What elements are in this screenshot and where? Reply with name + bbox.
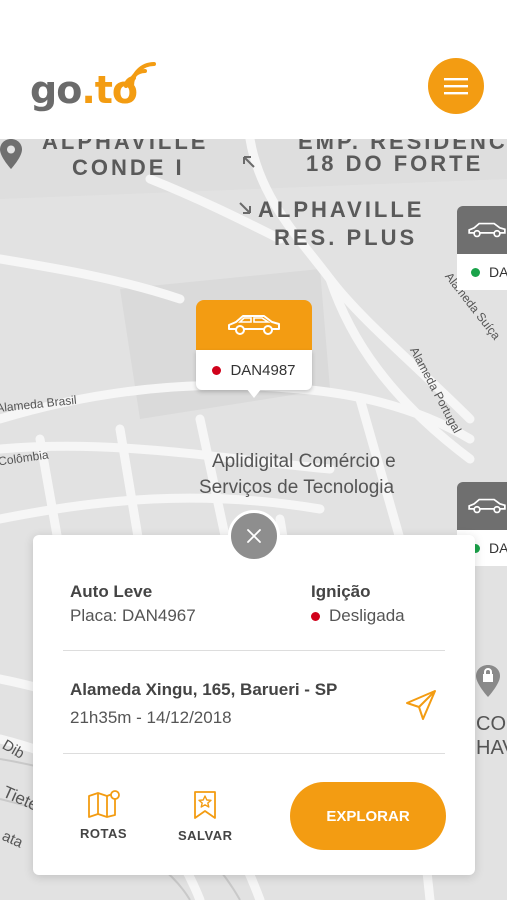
datetime-text: 21h35m - 14/12/2018 xyxy=(70,708,232,727)
map-label-alphaville-res: ALPHAVILLE xyxy=(258,197,425,222)
vehicle-plate: Placa: DAN4967 xyxy=(70,606,196,625)
map-label-res-plus: RES. PLUS xyxy=(274,225,418,250)
map-label-conde-i: CONDE I xyxy=(72,155,185,180)
explore-button[interactable]: EXPLORAR xyxy=(290,782,446,850)
location-info: Alameda Xingu, 165, Barueri - SP 21h35m … xyxy=(70,680,337,728)
vehicle-marker-header xyxy=(457,482,507,530)
car-icon xyxy=(468,222,506,238)
vehicle-info: Auto Leve Placa: DAN4967 xyxy=(70,582,196,626)
poi-lock-icon[interactable] xyxy=(476,665,500,697)
close-card-button[interactable] xyxy=(228,510,280,562)
routes-label: ROTAS xyxy=(80,826,128,841)
ignition-status-dot xyxy=(311,611,320,621)
vehicle-marker-header xyxy=(457,206,507,254)
vehicle-marker-main[interactable]: DAN4987 xyxy=(196,300,312,398)
menu-button[interactable] xyxy=(428,58,484,114)
map-label-18-do-forte: 18 DO FORTE xyxy=(306,151,484,176)
bookmark-star-icon xyxy=(194,791,217,819)
ignition-status: Desligada xyxy=(311,606,405,626)
vehicle-marker-plate-text: DAN4987 xyxy=(230,361,296,379)
divider xyxy=(63,753,445,754)
close-icon xyxy=(247,529,261,543)
app-header: go.to xyxy=(0,0,507,139)
ignition-info: Ignição Desligada xyxy=(311,582,405,626)
vehicle-marker-plate-text: DA xyxy=(489,264,507,280)
vehicle-marker-plate-text: DA xyxy=(489,540,507,556)
status-dot xyxy=(471,267,480,277)
map-route-icon xyxy=(87,790,120,818)
vehicle-marker-header xyxy=(196,300,312,350)
map-label-co: CO xyxy=(476,713,506,735)
vehicle-marker-plate: DAN4987 xyxy=(196,350,312,390)
poi-label-line-2: Serviços de Tecnologia xyxy=(199,477,395,498)
send-location-icon[interactable] xyxy=(405,689,437,721)
signal-waves-icon xyxy=(124,62,156,88)
ignition-label: Ignição xyxy=(311,582,371,601)
car-icon xyxy=(228,315,280,335)
routes-button[interactable]: ROTAS xyxy=(80,790,127,841)
vehicle-type: Auto Leve xyxy=(70,582,153,601)
map-label-hav: HAV xyxy=(476,737,507,759)
map-label-alphaville-conde: ALPHAVILLE xyxy=(42,139,209,154)
logo-go: go xyxy=(30,68,82,112)
logo-dot: . xyxy=(81,68,95,112)
vehicle-info-card: Auto Leve Placa: DAN4967 Ignição Desliga… xyxy=(33,535,475,875)
save-button[interactable]: SALVAR xyxy=(178,790,233,843)
vehicle-marker-plate: DA xyxy=(457,254,507,290)
save-label: SALVAR xyxy=(178,828,233,843)
address-text: Alameda Xingu, 165, Barueri - SP xyxy=(70,680,338,699)
status-dot xyxy=(212,365,222,375)
hamburger-icon xyxy=(444,78,468,95)
ignition-status-text: Desligada xyxy=(329,606,405,625)
poi-label-line-1: Aplidigital Comércio e xyxy=(212,451,396,472)
divider xyxy=(63,650,445,651)
logo-text: go.to xyxy=(30,68,138,112)
location-pin-icon[interactable] xyxy=(0,139,22,169)
marker-pointer xyxy=(246,388,262,398)
vehicle-marker-side-1[interactable]: DA xyxy=(457,206,507,290)
car-icon xyxy=(468,498,506,514)
